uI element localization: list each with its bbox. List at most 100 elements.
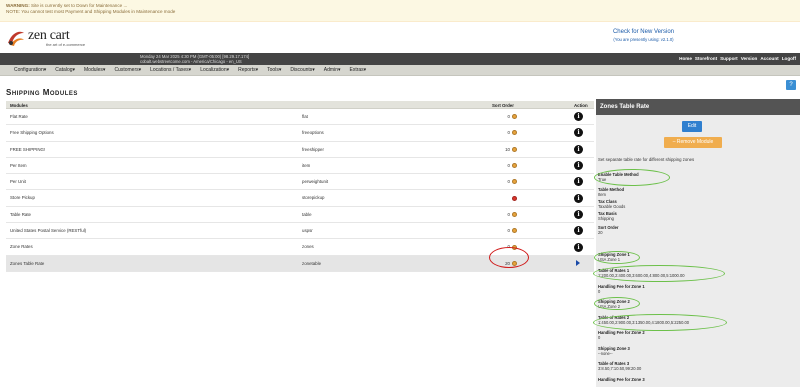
config-item: Handling Fee for Zone 20 (598, 330, 794, 341)
menu-reports[interactable]: Reports▾ (238, 67, 258, 73)
info-icon[interactable]: i (574, 161, 583, 171)
header-sort-order: Sort Order (492, 102, 514, 108)
top-link-account[interactable]: Account (760, 56, 778, 61)
version-check: Check for New Version (You are presently… (613, 29, 674, 42)
config-item: Handling Fee for Zone 3 (598, 377, 794, 383)
info-icon[interactable]: i (574, 144, 583, 154)
status-orange-icon[interactable] (512, 179, 517, 185)
menu-catalog[interactable]: Catalog▾ (55, 67, 75, 73)
module-code: freeshipper (302, 146, 324, 152)
table-row[interactable]: United States Postal Service (RESTful) us… (6, 223, 594, 240)
status-orange-icon[interactable] (512, 114, 517, 120)
edit-button[interactable]: Edit (682, 121, 702, 132)
header-modules: Modules (10, 102, 28, 108)
admin-header: zen cart the art of e-commerce Check for… (0, 22, 800, 53)
module-name: Per Unit (10, 179, 26, 185)
table-row[interactable]: Per Unit perweightunit 0 i (6, 174, 594, 191)
config-item: Table of Rates 3 3:8.50,7:10.50,99:20.00 (598, 361, 794, 372)
module-name: Free Shipping Options (10, 130, 54, 136)
table-row[interactable]: Store Pickup storepickup i (6, 190, 594, 207)
module-name: Zones Table Rate (10, 260, 45, 266)
status-orange-icon[interactable] (512, 146, 517, 152)
info-icon[interactable]: i (574, 193, 583, 203)
top-link-home[interactable]: Home (679, 56, 692, 61)
config-value: 3:8.50,7:10.50,99:20.00 (598, 365, 642, 371)
module-description: Set separate table rate for different sh… (598, 157, 695, 162)
info-icon[interactable]: i (574, 209, 583, 219)
menu-customers[interactable]: Customers▾ (114, 67, 141, 73)
table-row[interactable]: Table Rate table 0 i (6, 207, 594, 224)
menu-admin[interactable]: Admin▾ (324, 67, 341, 73)
config-item: Sort Order 20 (598, 225, 794, 236)
config-value: 0 (598, 288, 601, 294)
module-code: storepickup (302, 195, 325, 201)
module-code: flat (302, 114, 308, 119)
config-key: Handling Fee for Zone 3 (598, 377, 645, 382)
module-name: Table Rate (10, 211, 31, 217)
info-icon[interactable]: i (574, 112, 583, 122)
selected-arrow-icon (576, 260, 580, 267)
highlight-oval-shipping-zone-2 (594, 297, 640, 310)
config-item: Handling Fee for Zone 10 (598, 284, 794, 295)
config-item: Shipping Zone 3 --none-- (598, 346, 794, 357)
config-value: Item (598, 191, 606, 197)
module-sort-order: 0 (507, 211, 510, 217)
config-value: 20 (598, 229, 603, 235)
module-name: Per Item (10, 162, 27, 168)
status-red-icon[interactable] (512, 195, 517, 201)
top-link-version[interactable]: Version (741, 56, 758, 61)
maintenance-warning: WARNING: Site is currently set to Down f… (0, 0, 800, 22)
highlight-oval-rates-zone-2 (593, 314, 727, 331)
config-value: Taxable Goods (598, 203, 626, 209)
top-link-support[interactable]: Support (720, 56, 738, 61)
logo-tagline: the art of e-commerce (46, 42, 86, 47)
menu-discounts[interactable]: Discounts▾ (290, 67, 314, 73)
status-orange-icon[interactable] (512, 130, 517, 136)
table-row[interactable]: Flat Rate flat 0 i (6, 109, 594, 126)
menu-configuration[interactable]: Configuration▾ (14, 67, 46, 73)
status-orange-icon[interactable] (512, 211, 517, 217)
config-item: Table Method Item (598, 187, 794, 198)
server-info: Monday 24 Mar 2025 4:30 PM (GMT-05:00) [… (140, 54, 249, 64)
module-sort-order: 0 (507, 130, 510, 136)
info-icon[interactable]: i (574, 128, 583, 138)
module-sort-order: 10 (505, 146, 510, 152)
top-link-storefront[interactable]: Storefront (695, 56, 717, 61)
menu-modules[interactable]: Modules▾ (84, 67, 105, 73)
menu-locations-taxes[interactable]: Locations / Taxes▾ (150, 67, 191, 73)
module-code: perweightunit (302, 179, 329, 185)
config-value: Shipping (598, 215, 614, 221)
info-icon[interactable]: i (574, 226, 583, 236)
module-sort-order: 0 (507, 162, 510, 168)
top-link-logoff[interactable]: Logoff (782, 56, 796, 61)
menu-tools[interactable]: Tools▾ (267, 67, 281, 73)
highlight-circle-sort-order (489, 247, 529, 268)
highlight-oval-shipping-zone-1 (594, 251, 640, 264)
menu-extras[interactable]: Extras▾ (349, 67, 366, 73)
logo-name: zen cart (28, 28, 70, 43)
module-sort-order: 0 (507, 114, 510, 119)
status-orange-icon[interactable] (512, 163, 517, 169)
table-header: Modules Sort Order Action (6, 101, 594, 109)
module-sort-order: 0 (507, 179, 510, 185)
warning-label: WARNING: (6, 3, 30, 8)
module-code: freeoptions (302, 130, 324, 136)
module-name: Zone Rates (10, 244, 33, 250)
info-icon[interactable]: i (574, 242, 583, 252)
table-row[interactable]: Per Item item 0 i (6, 158, 594, 175)
status-orange-icon[interactable] (512, 228, 517, 234)
module-code: item (302, 162, 311, 168)
menu-localization[interactable]: Localization▾ (200, 67, 229, 73)
zen-cart-logo[interactable]: zen cart the art of e-commerce (6, 27, 85, 49)
help-button[interactable]: ? (786, 80, 796, 90)
table-row[interactable]: FREE SHIPPING! freeshipper 10 i (6, 142, 594, 158)
info-icon[interactable]: i (574, 177, 583, 187)
module-name: Store Pickup (10, 195, 35, 201)
config-value: 0 (598, 334, 601, 340)
side-panel-title: Zones Table Rate (596, 99, 800, 115)
check-version-link[interactable]: Check for New Version (613, 29, 674, 35)
page-title: Shipping Modules (6, 88, 78, 97)
table-row[interactable]: Free Shipping Options freeoptions 0 i (6, 125, 594, 142)
config-value: --none-- (598, 350, 613, 356)
remove-module-button[interactable]: – Remove Module (664, 137, 722, 148)
